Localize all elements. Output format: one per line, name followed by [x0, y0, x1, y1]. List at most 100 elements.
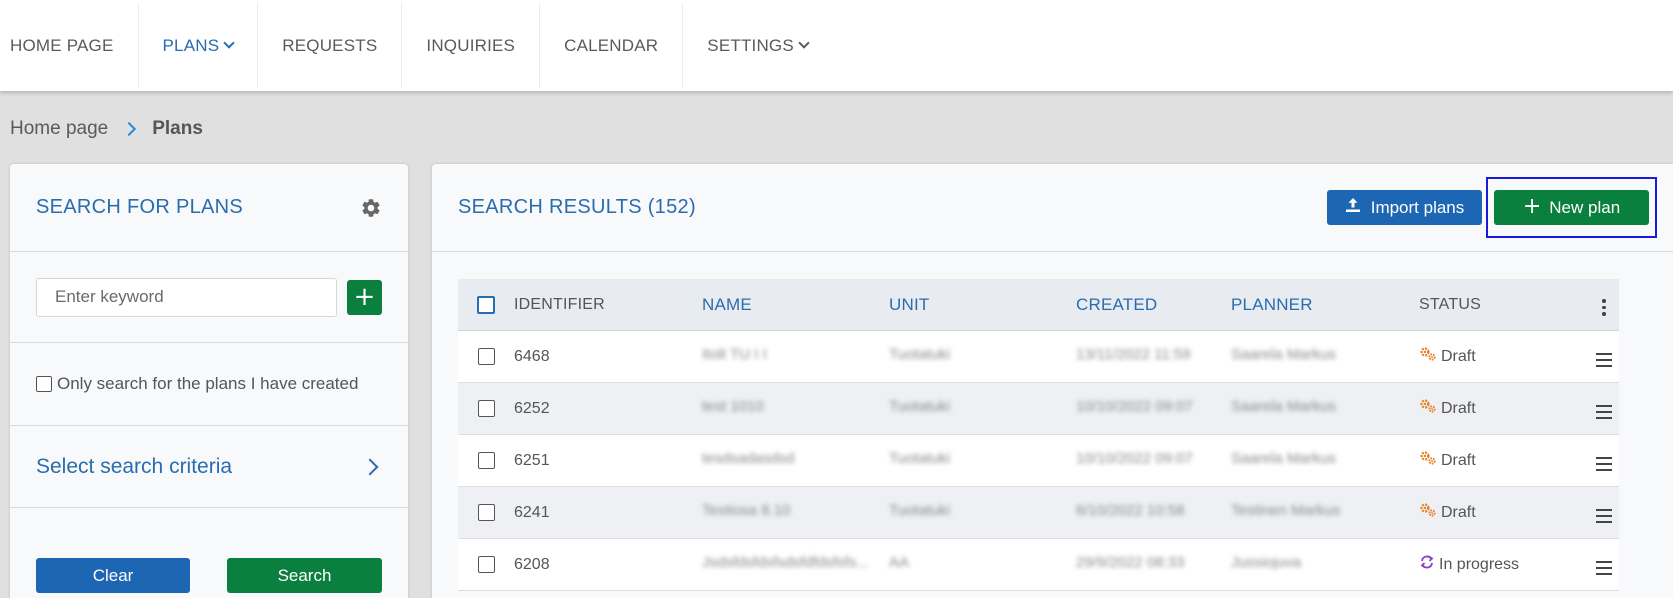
row-checkbox[interactable]	[477, 452, 495, 469]
row-unit: Tuotatuki	[889, 449, 951, 467]
nav-calendar[interactable]: CALENDAR	[540, 2, 684, 89]
row-status: Draft	[1419, 450, 1589, 471]
select-criteria-label: Select search criteria	[36, 454, 233, 478]
row-name: test 1010	[702, 397, 764, 415]
chevron-down-icon	[798, 37, 810, 49]
row-created: 10/10/2022 09:07	[1076, 449, 1193, 467]
plus-icon: +	[1522, 193, 1542, 219]
menu-icon[interactable]	[1596, 352, 1612, 367]
import-plans-label: Import plans	[1370, 197, 1465, 217]
column-identifier[interactable]: IDENTIFIER	[514, 296, 702, 314]
menu-icon[interactable]	[1596, 560, 1612, 575]
gears-icon	[1419, 346, 1437, 367]
results-title: SEARCH RESULTS (152)	[458, 196, 696, 218]
row-identifier: 6208	[514, 555, 550, 573]
row-planner: Saarela Markus	[1231, 345, 1337, 363]
row-status-label: Draft	[1441, 451, 1476, 469]
search-panel-header: SEARCH FOR PLANS	[10, 164, 408, 252]
menu-icon[interactable]	[1596, 404, 1612, 419]
nav-requests[interactable]: REQUESTS	[258, 2, 403, 89]
row-unit: Tuotatuki	[889, 501, 951, 519]
only-mine-label: Only search for the plans I have created	[57, 374, 359, 393]
row-unit: Tuotatuki	[889, 345, 951, 363]
row-status: Draft	[1419, 346, 1589, 367]
row-created: 29/9/2022 08:33	[1076, 553, 1185, 571]
nav-settings[interactable]: SETTINGS	[683, 3, 832, 89]
add-keyword-button[interactable]: +	[347, 279, 382, 315]
column-name[interactable]: NAME	[702, 295, 889, 315]
only-mine-row[interactable]: Only search for the plans I have created	[10, 343, 408, 426]
row-unit: AA	[889, 553, 910, 571]
row-planner: Testinen Markus	[1231, 501, 1341, 519]
search-button[interactable]: Search	[227, 558, 382, 593]
select-all-checkbox[interactable]	[477, 295, 495, 314]
results-actions: Import plans + New plan	[1327, 177, 1657, 238]
column-created[interactable]: CREATED	[1076, 295, 1231, 315]
column-planner[interactable]: PLANNER	[1231, 295, 1419, 315]
keyword-input[interactable]	[36, 277, 337, 317]
nav-plans[interactable]: PLANS	[139, 2, 259, 89]
nav-inquiries[interactable]: INQUIRIES	[402, 2, 541, 89]
row-status-label: In progress	[1439, 555, 1520, 573]
chevron-right-icon	[122, 121, 137, 137]
new-plan-button[interactable]: + New plan	[1494, 190, 1649, 225]
upload-icon	[1345, 197, 1361, 218]
table-row[interactable]: 6241 Testiosa 8.10 Tuotatuki 6/10/2022 1…	[458, 487, 1619, 539]
row-checkbox[interactable]	[477, 504, 495, 521]
table-row[interactable]: 6251 tesdsadasdsd Tuotatuki 10/10/2022 0…	[458, 435, 1619, 487]
import-plans-button[interactable]: Import plans	[1327, 190, 1482, 225]
search-panel-title: SEARCH FOR PLANS	[36, 196, 244, 218]
table-row[interactable]: 6468 Itolt TU I I Tuotatuki 13/11/2022 1…	[458, 331, 1619, 383]
sync-icon	[1419, 554, 1435, 575]
breadcrumb: Home page Plans	[10, 118, 203, 140]
row-identifier: 6241	[514, 503, 550, 521]
column-status[interactable]: STATUS	[1419, 296, 1589, 314]
nav-home-page[interactable]: HOME PAGE	[0, 2, 139, 89]
row-name: tesdsadasdsd	[702, 449, 795, 467]
menu-icon[interactable]	[1596, 508, 1612, 523]
table-row[interactable]: 6208 Jsdsfdsfdsfsdsfdfdsfsfs... AA 29/9/…	[458, 539, 1619, 591]
table-row[interactable]: 6252 test 1010 Tuotatuki 10/10/2022 09:0…	[458, 383, 1619, 435]
table-header: IDENTIFIER NAME UNIT CREATED PLANNER STA…	[458, 279, 1619, 331]
only-mine-checkbox[interactable]	[36, 376, 52, 392]
row-name: Itolt TU I I	[702, 345, 767, 363]
row-planner: Saarela Markus	[1231, 449, 1337, 467]
gear-icon[interactable]	[360, 197, 382, 219]
row-checkbox[interactable]	[477, 556, 495, 573]
new-plan-highlight: + New plan	[1486, 177, 1657, 238]
row-status: Draft	[1419, 502, 1589, 523]
keyword-row: +	[10, 252, 408, 343]
breadcrumb-home-link[interactable]: Home page	[10, 118, 108, 140]
row-unit: Tuotatuki	[889, 397, 951, 415]
row-status: In progress	[1419, 554, 1589, 575]
gears-icon	[1419, 450, 1437, 471]
clear-button[interactable]: Clear	[36, 558, 190, 593]
new-plan-label: New plan	[1549, 197, 1621, 217]
row-created: 13/11/2022 11:59	[1076, 345, 1191, 363]
top-navigation: HOME PAGE PLANS REQUESTS INQUIRIES CALEN…	[0, 0, 1673, 91]
gears-icon	[1419, 398, 1437, 419]
search-actions: Clear Search	[36, 558, 382, 593]
column-unit[interactable]: UNIT	[889, 295, 1076, 315]
row-status-label: Draft	[1441, 399, 1476, 417]
search-panel: SEARCH FOR PLANS + Only search for the p…	[10, 164, 408, 598]
more-vert-icon[interactable]	[1602, 299, 1606, 316]
row-checkbox[interactable]	[477, 400, 495, 417]
results-table: IDENTIFIER NAME UNIT CREATED PLANNER STA…	[458, 279, 1619, 591]
row-identifier: 6252	[514, 399, 550, 417]
row-checkbox[interactable]	[477, 348, 495, 365]
row-planner: Jussiojuva	[1231, 553, 1302, 571]
row-name: Jsdsfdsfdsfsdsfdfdsfsfs...	[702, 553, 869, 571]
row-identifier: 6468	[514, 347, 550, 365]
row-identifier: 6251	[514, 451, 550, 469]
results-header: SEARCH RESULTS (152) Import plans + New …	[432, 164, 1673, 252]
chevron-down-icon	[223, 37, 235, 49]
row-created: 10/10/2022 09:07	[1076, 397, 1193, 415]
menu-icon[interactable]	[1596, 456, 1612, 471]
row-status: Draft	[1419, 398, 1589, 419]
select-criteria-row[interactable]: Select search criteria	[10, 426, 408, 508]
chevron-right-icon	[361, 458, 379, 475]
row-created: 6/10/2022 10:58	[1076, 501, 1185, 519]
breadcrumb-current: Plans	[152, 118, 203, 139]
row-name: Testiosa 8.10	[702, 501, 791, 519]
